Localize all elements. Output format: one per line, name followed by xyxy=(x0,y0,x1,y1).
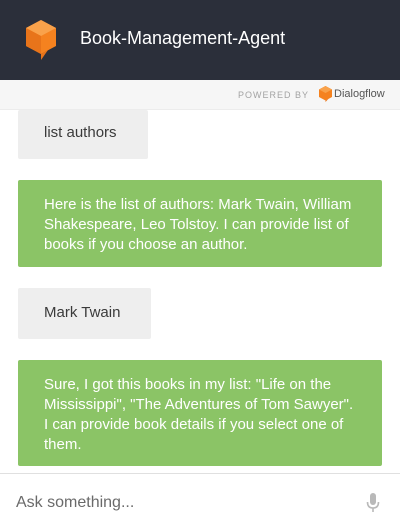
powered-by-label: POWERED BY xyxy=(237,90,309,100)
user-message: Mark Twain xyxy=(18,288,151,339)
microphone-icon[interactable] xyxy=(366,493,380,513)
powered-by-bar: POWERED BY Dialogflow xyxy=(0,80,400,110)
ask-input[interactable] xyxy=(16,489,346,517)
agent-message: Here is the list of authors: Mark Twain,… xyxy=(18,180,382,267)
user-message: list authors xyxy=(18,110,148,159)
message-input-bar xyxy=(0,473,400,531)
dialogflow-logo-icon xyxy=(319,86,332,102)
dialogflow-label: Dialogflow xyxy=(334,88,385,100)
agent-message: Sure, I got this books in my list: "Life… xyxy=(18,360,382,466)
agent-title: Book-Management-Agent xyxy=(80,28,286,48)
app-header: Book-Management-Agent xyxy=(0,0,400,80)
chat-bubble-cube-icon xyxy=(26,20,56,60)
message-list[interactable]: list authors Here is the list of authors… xyxy=(0,110,400,473)
